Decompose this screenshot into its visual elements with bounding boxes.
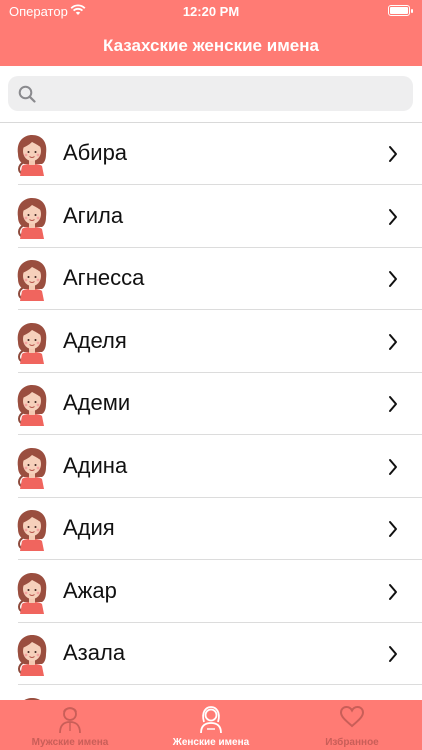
girl-avatar-icon <box>17 385 47 426</box>
girl-avatar-icon <box>17 197 47 239</box>
name-label: Ажар <box>63 577 117 603</box>
list-item[interactable] <box>0 686 422 701</box>
chevron-right-icon <box>389 396 397 412</box>
name-label: Азала <box>63 640 126 665</box>
list-item[interactable]: Ажар <box>0 561 422 623</box>
woman-icon <box>200 706 222 734</box>
app-header: Оператор 12:20 PM Казахские женские имен… <box>0 0 422 66</box>
chevron-right-icon <box>389 521 397 537</box>
tab-favorites[interactable]: Избранное <box>282 700 422 750</box>
list-item[interactable]: Адина <box>0 436 422 498</box>
chevron-right-icon <box>389 271 397 287</box>
girl-avatar-icon <box>17 135 47 176</box>
tab-male-names[interactable]: Мужские имена <box>0 700 140 750</box>
name-label: Адия <box>63 515 115 540</box>
name-label: Агила <box>63 202 124 228</box>
list-item[interactable]: Адия <box>0 498 422 560</box>
tab-label: Женские имена <box>172 737 250 748</box>
name-label: Агнесса <box>63 265 145 290</box>
tab-female-names[interactable]: Женские имена <box>141 700 281 750</box>
search-icon <box>18 85 36 103</box>
girl-avatar-icon <box>17 322 47 364</box>
list-item[interactable]: Абира <box>0 123 422 185</box>
tab-label: Избранное <box>325 737 379 748</box>
search-input[interactable] <box>46 76 410 113</box>
chevron-right-icon <box>389 333 397 350</box>
search-bar[interactable] <box>8 76 413 113</box>
girl-avatar-icon <box>17 260 47 301</box>
girl-avatar-icon <box>17 510 47 551</box>
chevron-right-icon <box>389 646 397 662</box>
chevron-right-icon <box>389 458 397 475</box>
list-item[interactable]: Аделя <box>0 311 422 373</box>
name-label: Адеми <box>63 390 131 415</box>
list-item[interactable]: Агнесса <box>0 248 422 310</box>
list-item[interactable]: Азала <box>0 623 422 685</box>
list-item[interactable]: Агила <box>0 186 422 248</box>
girl-avatar-icon <box>17 447 47 489</box>
page-title: Казахские женские имена <box>103 36 319 55</box>
name-label: Абира <box>63 140 128 165</box>
tab-label: Мужские имена <box>31 737 109 748</box>
chevron-right-icon <box>389 146 397 162</box>
battery-icon <box>388 5 413 16</box>
heart-icon <box>339 705 365 728</box>
list-item[interactable]: Адеми <box>0 373 422 435</box>
chevron-right-icon <box>389 208 397 225</box>
girl-avatar-icon <box>17 572 47 614</box>
chevron-right-icon <box>389 583 397 600</box>
names-list[interactable]: Абира Агила Агнесса Аделя Адеми Адина Ад… <box>0 122 422 701</box>
man-icon <box>59 707 81 734</box>
name-label: Аделя <box>63 327 127 353</box>
girl-avatar-icon <box>17 635 47 676</box>
tab-bar: Мужские имена Женские имена Избранное <box>0 700 422 750</box>
status-bar: Оператор 12:20 PM <box>0 0 422 24</box>
clock: 12:20 PM <box>182 4 240 19</box>
name-label: Адина <box>63 452 128 478</box>
